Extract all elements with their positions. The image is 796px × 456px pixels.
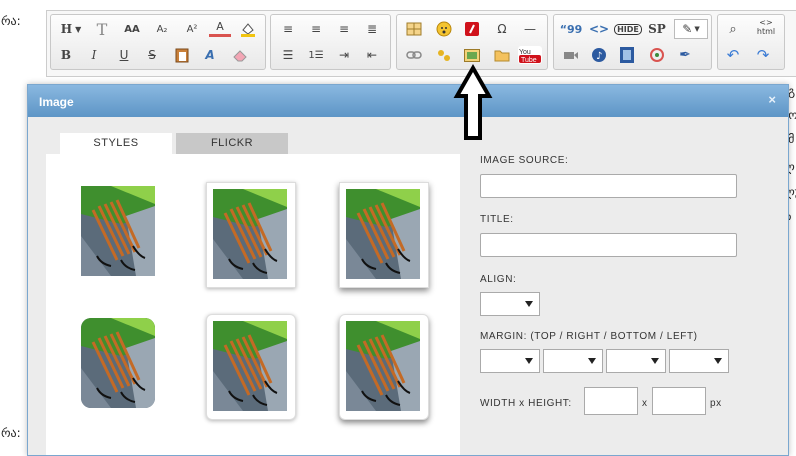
outdent-icon[interactable]: ⇤ bbox=[361, 45, 383, 65]
youtube-icon[interactable]: You Tube bbox=[517, 45, 543, 65]
format-label: H bbox=[60, 22, 73, 36]
align-right-icon[interactable]: ≡ bbox=[333, 19, 355, 39]
style-thumbnails-panel bbox=[46, 154, 460, 455]
align-label: ALIGN: bbox=[480, 274, 517, 285]
tab-flickr[interactable]: FLICKR bbox=[176, 133, 288, 154]
margin-left-select[interactable] bbox=[669, 349, 729, 373]
background-label-top: რა: bbox=[1, 14, 21, 28]
numbered-list-icon[interactable]: 1☰ bbox=[305, 45, 327, 65]
margin-top-select[interactable] bbox=[480, 349, 540, 373]
dialog-title: Image bbox=[39, 95, 74, 109]
font-family-icon[interactable]: T bbox=[91, 19, 113, 39]
toolbar-group-media: “99 <> HIDE SP ✎ ▼ ♪ ✒ bbox=[553, 14, 712, 70]
remove-format-icon[interactable]: A bbox=[199, 45, 221, 65]
font-size-icon[interactable]: AA bbox=[121, 19, 143, 39]
size-separator: x bbox=[642, 398, 648, 409]
align-center-icon[interactable]: ≡ bbox=[305, 19, 327, 39]
toolbar-group-insert: Ω — You Tube bbox=[396, 14, 548, 70]
style-thumbnail-border-shadow[interactable] bbox=[339, 182, 429, 288]
subscript-icon[interactable]: A₂ bbox=[151, 19, 173, 39]
chevron-down-icon bbox=[525, 358, 533, 364]
margin-label: MARGIN: (TOP / RIGHT / BOTTOM / LEFT) bbox=[480, 331, 698, 342]
svg-text:♪: ♪ bbox=[596, 51, 602, 62]
svg-text:Tube: Tube bbox=[521, 57, 537, 64]
html-label: html bbox=[756, 27, 776, 36]
chevron-down-icon: ▼ bbox=[75, 24, 82, 34]
toolbar-group-alignment: ≡ ≡ ≡ ≣ ☰ 1☰ ⇥ ⇤ bbox=[270, 14, 391, 70]
close-icon[interactable]: × bbox=[768, 92, 776, 107]
code-brackets-icon: <> bbox=[759, 18, 773, 27]
align-left-icon[interactable]: ≡ bbox=[277, 19, 299, 39]
dialog-titlebar[interactable]: Image × bbox=[28, 85, 788, 117]
style-thumbnail-border-soft-shadow[interactable] bbox=[206, 314, 296, 420]
image-dialog: Image × STYLES FLICKR IMAGE SOURCE: TITL… bbox=[27, 84, 789, 456]
style-thumbnail-border-shadow-2[interactable] bbox=[339, 314, 429, 420]
image-source-label: IMAGE SOURCE: bbox=[480, 155, 569, 166]
redo-icon[interactable]: ↷ bbox=[752, 45, 774, 65]
link-icon[interactable] bbox=[403, 45, 425, 65]
italic-icon[interactable]: I bbox=[83, 45, 105, 65]
code-icon[interactable]: <> bbox=[588, 19, 610, 39]
chevron-down-icon bbox=[714, 358, 722, 364]
audio-icon[interactable]: ♪ bbox=[588, 45, 610, 65]
underline-icon[interactable]: U bbox=[113, 45, 135, 65]
pencil-icon: ✎ bbox=[682, 22, 693, 36]
html-source-button[interactable]: <> html bbox=[752, 17, 780, 37]
style-thumbnail-white-border[interactable] bbox=[206, 182, 296, 288]
google-icon[interactable] bbox=[646, 45, 668, 65]
style-thumbnail-plain[interactable] bbox=[81, 186, 155, 276]
editor-divider bbox=[46, 76, 796, 77]
image-source-input[interactable] bbox=[480, 174, 737, 198]
more-dropdown[interactable]: ✎ ▼ bbox=[674, 19, 708, 39]
align-select[interactable] bbox=[480, 292, 540, 316]
bold-icon[interactable]: B bbox=[55, 45, 77, 65]
style-thumbnail-rounded[interactable] bbox=[81, 318, 155, 408]
hide-label: HIDE bbox=[614, 23, 642, 35]
format-dropdown[interactable]: H ▼ bbox=[55, 19, 87, 39]
bullet-list-icon[interactable]: ☰ bbox=[277, 45, 299, 65]
chevron-down-icon bbox=[588, 358, 596, 364]
hide-icon[interactable]: HIDE bbox=[614, 19, 642, 39]
chevron-down-icon: ▼ bbox=[694, 25, 700, 33]
title-label: TITLE: bbox=[480, 214, 514, 225]
table-icon[interactable] bbox=[403, 19, 425, 39]
toolbar-group-tools: ⌕ <> html ↶ ↷ bbox=[717, 14, 785, 70]
signature-icon[interactable]: ✒ bbox=[674, 45, 696, 65]
annotation-up-arrow-icon bbox=[453, 64, 493, 140]
highlight-color-icon[interactable] bbox=[237, 19, 259, 39]
margin-right-select[interactable] bbox=[543, 349, 603, 373]
paste-icon[interactable] bbox=[171, 45, 193, 65]
text-color-icon[interactable]: A bbox=[209, 19, 231, 37]
horizontal-rule-icon[interactable]: — bbox=[519, 19, 541, 39]
quote-icon[interactable]: “99 bbox=[560, 19, 583, 39]
align-justify-icon[interactable]: ≣ bbox=[361, 19, 383, 39]
film-icon[interactable] bbox=[616, 45, 638, 65]
eraser-icon[interactable] bbox=[229, 45, 251, 65]
indent-icon[interactable]: ⇥ bbox=[333, 45, 355, 65]
unlink-icon[interactable] bbox=[433, 45, 455, 65]
size-label: WIDTH x HEIGHT: bbox=[480, 398, 572, 409]
chevron-down-icon bbox=[525, 301, 533, 307]
flash-icon[interactable] bbox=[461, 19, 483, 39]
svg-text:You: You bbox=[519, 49, 531, 56]
special-char-icon[interactable]: Ω bbox=[491, 19, 513, 39]
folder-icon[interactable] bbox=[491, 45, 513, 65]
chevron-down-icon bbox=[651, 358, 659, 364]
image-icon[interactable] bbox=[461, 45, 483, 65]
width-input[interactable] bbox=[584, 387, 638, 415]
strikethrough-icon[interactable]: S bbox=[141, 45, 163, 65]
size-unit: px bbox=[710, 398, 722, 409]
spoiler-icon[interactable]: SP bbox=[646, 19, 668, 39]
title-input[interactable] bbox=[480, 233, 737, 257]
toolbar-group-text: H ▼ T AA A₂ A² A B I U S A bbox=[50, 14, 266, 70]
margin-bottom-select[interactable] bbox=[606, 349, 666, 373]
video-camera-icon[interactable] bbox=[560, 45, 582, 65]
height-input[interactable] bbox=[652, 387, 706, 415]
tab-styles[interactable]: STYLES bbox=[60, 133, 172, 154]
background-label-bottom: რა: bbox=[1, 426, 21, 440]
undo-icon[interactable]: ↶ bbox=[722, 45, 744, 65]
superscript-icon[interactable]: A² bbox=[181, 19, 203, 39]
binoculars-icon[interactable]: ⌕ bbox=[722, 19, 744, 39]
emoticon-icon[interactable] bbox=[433, 19, 455, 39]
